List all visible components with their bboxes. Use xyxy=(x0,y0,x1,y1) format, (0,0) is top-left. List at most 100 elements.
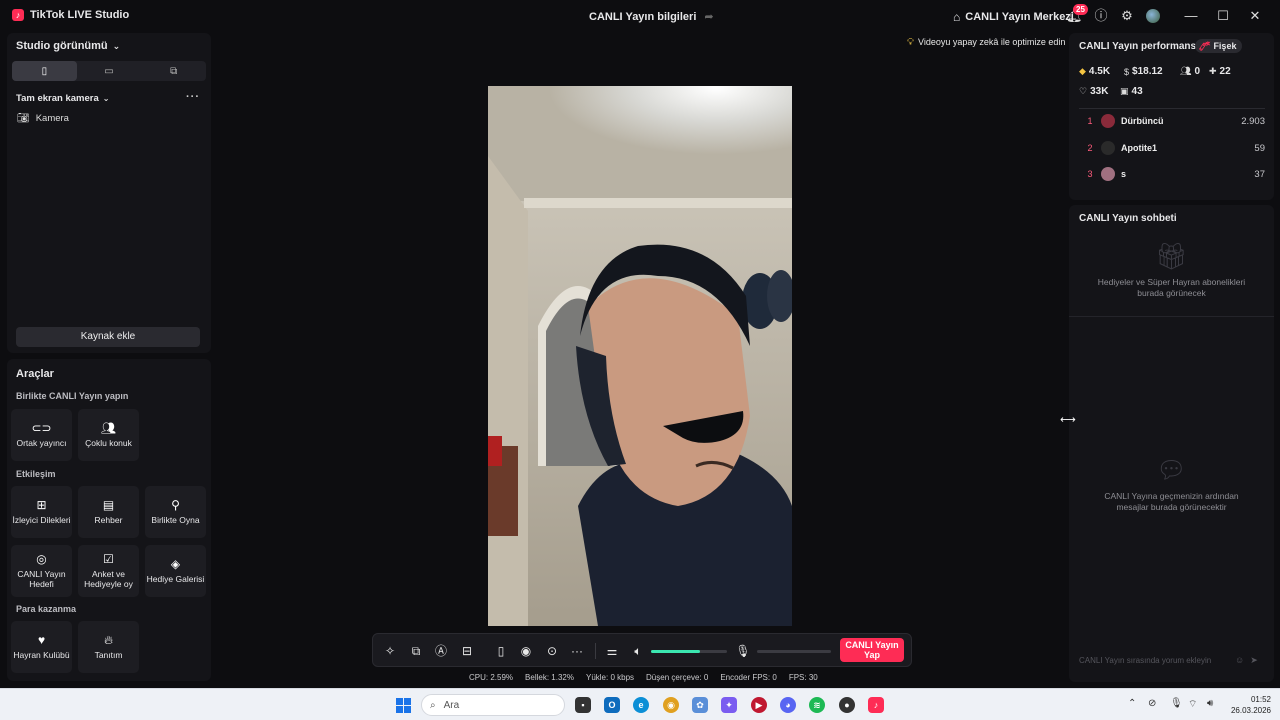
avatar xyxy=(1101,167,1115,181)
gift-gallery-button[interactable]: ◈ Hediye Galerisi xyxy=(145,545,206,597)
chat-input[interactable] xyxy=(1079,655,1229,665)
more-options-icon[interactable]: ··· xyxy=(569,643,585,659)
share-icon: ➦ xyxy=(704,11,714,23)
app-title: ♪ TikTok LIVE Studio xyxy=(12,9,129,21)
dropped-frames-stat: Düşen çerçeve: 0 xyxy=(646,673,709,682)
spotify-icon[interactable]: ≋ xyxy=(809,697,825,713)
microphone-icon[interactable]: 🎙︎ xyxy=(735,643,751,659)
flame-icon: 🔥︎ xyxy=(104,633,113,647)
play-together-button[interactable]: ⚲ Birlikte Oyna xyxy=(145,486,206,538)
ai-icon[interactable]: Ⓐ xyxy=(433,643,449,659)
target-icon: ◎ xyxy=(36,552,47,566)
windows-start-button[interactable] xyxy=(396,698,411,713)
stream-controls-bar: ✧ ⧉ Ⓐ ⊟ ▯ ◉ ⊙ ··· ⚌ 🔈︎ 🎙︎ CANLI Yayın Ya… xyxy=(372,633,912,667)
send-icon[interactable]: ➤ xyxy=(1250,655,1258,666)
settings-sliders-icon[interactable]: ⚌ xyxy=(604,643,620,659)
ranking-row[interactable]: 1 Dürbüncü 2.903 xyxy=(1079,112,1265,130)
messages-empty-state: 💬︎ CANLI Yayına geçmenizin ardından mesa… xyxy=(1069,457,1274,513)
diamond-icon: ◆ xyxy=(1079,66,1086,76)
fisek-badge[interactable]: 🧨︎ Fişek xyxy=(1195,39,1243,53)
tiktok-logo-icon: ♪ xyxy=(12,9,24,21)
landscape-layout-button[interactable]: ▭ xyxy=(77,61,142,81)
effects-icon[interactable]: ⊟ xyxy=(459,643,475,659)
ranking-row[interactable]: 3 s 37 xyxy=(1079,165,1265,183)
tiktok-live-studio-icon[interactable]: ♪ xyxy=(868,697,884,713)
title-bar: ♪ TikTok LIVE Studio CANLI Yayın bilgile… xyxy=(0,0,1280,32)
viewer-requests-button[interactable]: ⊞ İzleyici Dilekleri xyxy=(11,486,72,538)
mic-slider[interactable] xyxy=(757,650,831,653)
camera-preview[interactable] xyxy=(488,86,792,626)
tool-label: Tanıtım xyxy=(94,650,123,660)
home-icon: ⌂ xyxy=(953,10,961,24)
guide-button[interactable]: ▤ Rehber xyxy=(78,486,139,538)
source-item-camera[interactable]: 📷︎ Kamera xyxy=(17,113,69,124)
fan-club-button[interactable]: ♥ Hayran Kulübü xyxy=(11,621,72,673)
phone-icon[interactable]: ▯ xyxy=(493,643,509,659)
screen-capture-icon[interactable]: ⊙ xyxy=(544,643,560,659)
ranking-row[interactable]: 2 Apotite1 59 xyxy=(1079,139,1265,157)
filters-icon[interactable]: ⧉ xyxy=(408,643,424,659)
outlook-icon[interactable]: O xyxy=(604,697,620,713)
avatar xyxy=(1101,114,1115,128)
heart-icon: ♡ xyxy=(1079,86,1088,96)
network-icon[interactable]: ⊘ xyxy=(1148,698,1156,709)
app-icon[interactable]: ● xyxy=(839,697,855,713)
chevron-up-icon[interactable]: ⌃ xyxy=(1128,698,1136,709)
app-icon[interactable]: ✿ xyxy=(692,697,708,713)
speaker-icon[interactable]: 🔈︎ xyxy=(630,643,646,659)
ai-optimize-button[interactable]: 💡︎ Videoyu yapay zekâ ile optimize edin xyxy=(903,34,1070,50)
dual-layout-button[interactable]: ⧉ xyxy=(141,61,206,81)
help-icon[interactable]: ⓘ xyxy=(1093,8,1109,24)
gifts-empty-text: Hediyeler ve Süper Hayran abonelikleri b… xyxy=(1097,277,1246,298)
live-center-button[interactable]: ⌂ CANLI Yayın Merkezi xyxy=(953,10,1074,24)
minimize-icon[interactable]: — xyxy=(1184,8,1198,24)
studio-view-dropdown[interactable]: Studio görünümü ⌄ xyxy=(16,40,120,52)
live-info-button[interactable]: CANLI Yayın bilgileri ➦ xyxy=(589,10,714,24)
viewers-metric: 👥︎ 0 xyxy=(1180,66,1200,77)
poll-button[interactable]: ☑ Anket ve Hediyeyle oy xyxy=(78,545,139,597)
multi-guest-button[interactable]: 👥︎ Çoklu konuk xyxy=(78,409,139,461)
microphone-icon[interactable]: 🎙︎ xyxy=(1170,698,1183,709)
promote-button[interactable]: 🔥︎ Tanıtım xyxy=(78,621,139,673)
tool-label: Hediye Galerisi xyxy=(146,574,205,584)
volume-icon[interactable]: 🔊︎ xyxy=(1207,698,1213,709)
scene-dropdown[interactable]: Tam ekran kamera ⌄ xyxy=(16,93,109,104)
go-live-button[interactable]: CANLI Yayın Yap xyxy=(840,638,904,662)
gear-icon[interactable]: ⚙ xyxy=(1119,8,1135,24)
more-options-icon[interactable]: ··· xyxy=(186,91,200,103)
system-clock[interactable]: 01:52 26.03.2026 xyxy=(1225,694,1271,716)
camera-feed-image xyxy=(488,86,792,626)
edge-icon[interactable]: e xyxy=(633,697,649,713)
task-view-icon[interactable]: ▪ xyxy=(575,697,591,713)
taskbar-search[interactable]: ⌕ Ara xyxy=(421,694,565,716)
magic-wand-icon[interactable]: ✧ xyxy=(382,643,398,659)
gift-box-icon: 🎁︎ xyxy=(1154,241,1188,271)
maximize-icon[interactable]: ☐ xyxy=(1216,8,1230,24)
notification-badge: 25 xyxy=(1073,4,1088,15)
portrait-layout-button[interactable]: ▯ xyxy=(12,61,77,81)
app-window: ♪ TikTok LIVE Studio CANLI Yayın bilgile… xyxy=(0,0,1280,688)
search-icon: ⌕ xyxy=(430,699,436,711)
scene-name: Tam ekran kamera xyxy=(16,93,99,104)
avatar[interactable] xyxy=(1146,9,1160,23)
dollar-icon: $ xyxy=(1124,66,1130,77)
chrome-icon[interactable]: ◉ xyxy=(663,697,679,713)
discord-icon[interactable]: ◕ xyxy=(780,697,796,713)
tool-label: Birlikte Oyna xyxy=(151,515,200,525)
live-goal-button[interactable]: ◎ CANLI Yayın Hedefi xyxy=(11,545,72,597)
wifi-icon[interactable]: ⌔ xyxy=(1188,698,1197,711)
fps-stat: FPS: 30 xyxy=(788,673,818,682)
live-center-label: CANLI Yayın Merkezi xyxy=(965,11,1074,23)
record-icon[interactable]: ◉ xyxy=(518,643,534,659)
live-info-title: CANLI Yayın bilgileri xyxy=(589,10,697,23)
gift-icon: ◈ xyxy=(170,557,181,571)
media-player-icon[interactable]: ▶ xyxy=(751,697,767,713)
joystick-icon: ⚲ xyxy=(171,498,180,512)
copilot-icon[interactable]: ✦ xyxy=(721,697,737,713)
emoji-icon[interactable]: ☺ xyxy=(1235,655,1244,665)
add-source-button[interactable]: Kaynak ekle xyxy=(16,327,200,347)
volume-slider[interactable] xyxy=(651,650,727,653)
close-icon[interactable]: ✕ xyxy=(1248,8,1262,24)
co-host-button[interactable]: ⊂⊃ Ortak yayıncı xyxy=(11,409,72,461)
divider xyxy=(595,643,596,659)
